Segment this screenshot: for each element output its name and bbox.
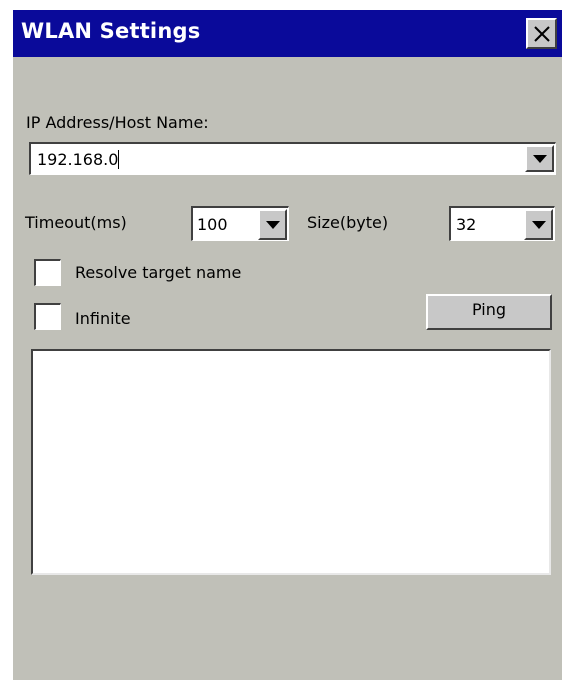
ip-address-label: IP Address/Host Name:	[26, 113, 209, 132]
size-label: Size(byte)	[307, 213, 389, 232]
timeout-dropdown-button[interactable]	[258, 209, 287, 240]
size-combo[interactable]: 32	[449, 206, 555, 241]
chevron-down-icon	[266, 221, 280, 229]
timeout-value[interactable]: 100	[197, 215, 228, 234]
title-bar: WLAN Settings	[13, 10, 562, 57]
close-icon	[534, 26, 550, 42]
close-button[interactable]	[526, 18, 557, 49]
chevron-down-icon	[533, 155, 547, 163]
infinite-checkbox[interactable]	[34, 303, 61, 330]
text-caret	[118, 150, 120, 169]
ping-button[interactable]: Ping	[426, 294, 552, 330]
timeout-label: Timeout(ms)	[25, 213, 127, 232]
ip-address-combo[interactable]: 192.168.0	[29, 142, 556, 175]
resolve-target-name-label: Resolve target name	[75, 263, 242, 282]
resolve-target-name-checkbox[interactable]	[34, 259, 61, 286]
chevron-down-icon	[532, 221, 546, 229]
timeout-combo[interactable]: 100	[191, 206, 289, 241]
window-title: WLAN Settings	[21, 19, 201, 43]
ping-output-area[interactable]	[31, 349, 551, 575]
ip-address-input[interactable]: 192.168.0	[37, 150, 120, 169]
infinite-label: Infinite	[75, 309, 131, 328]
size-dropdown-button[interactable]	[524, 209, 553, 240]
ip-address-dropdown-button[interactable]	[525, 145, 554, 172]
wlan-settings-window: WLAN Settings IP Address/Host Name: 192.…	[13, 10, 562, 680]
size-value[interactable]: 32	[456, 215, 476, 234]
